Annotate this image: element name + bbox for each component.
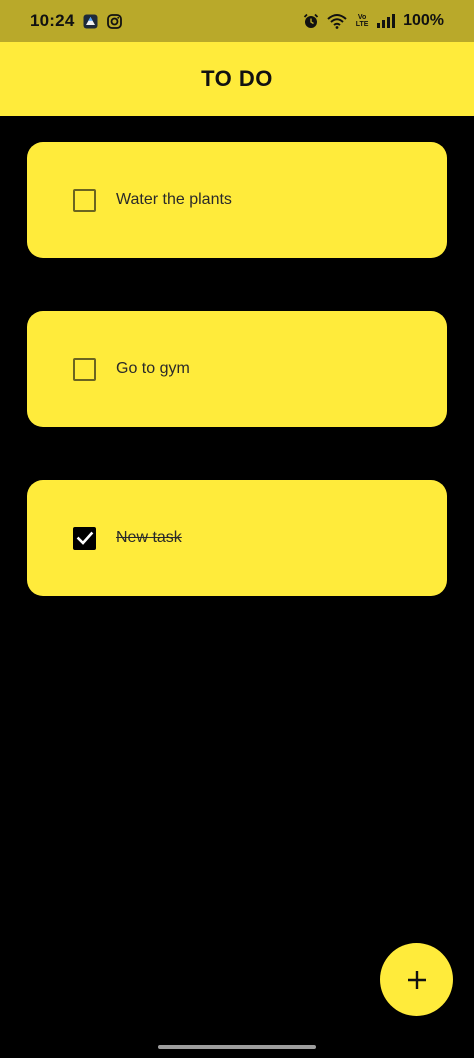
home-indicator[interactable]: [158, 1045, 316, 1049]
checkmark-icon: [76, 531, 93, 545]
task-card[interactable]: Water the plants: [27, 142, 447, 258]
task-checkbox-checked[interactable]: [73, 526, 96, 550]
drive-icon: [82, 13, 98, 29]
plus-icon: [407, 970, 426, 989]
task-label: Go to gym: [116, 360, 190, 377]
task-label: Water the plants: [116, 191, 232, 208]
volte-top: Vo: [357, 14, 367, 21]
alarm-icon: [303, 13, 319, 29]
task-checkbox[interactable]: [73, 357, 96, 381]
task-label-done: New task: [116, 529, 182, 546]
task-list: Water the plants Go to gym New task: [27, 142, 447, 649]
task-card[interactable]: Go to gym: [27, 311, 447, 427]
todo-screen: 10:24 Vo LTE 100% TO DO Water the plants…: [0, 0, 474, 1058]
wifi-icon: [327, 13, 347, 29]
add-task-button[interactable]: [380, 943, 453, 1016]
page-title: TO DO: [201, 66, 273, 91]
status-bar: 10:24 Vo LTE 100%: [0, 0, 474, 42]
status-right: Vo LTE 100%: [303, 12, 444, 30]
instagram-icon: [106, 13, 122, 29]
app-bar: TO DO: [0, 42, 474, 116]
status-time: 10:24: [30, 11, 75, 30]
status-left: 10:24: [30, 11, 122, 31]
task-checkbox[interactable]: [73, 188, 96, 212]
battery-percent: 100%: [403, 12, 444, 29]
volte-icon: Vo LTE: [355, 14, 369, 28]
task-card[interactable]: New task: [27, 480, 447, 596]
volte-bottom: LTE: [355, 21, 369, 28]
signal-icon: [377, 13, 396, 29]
